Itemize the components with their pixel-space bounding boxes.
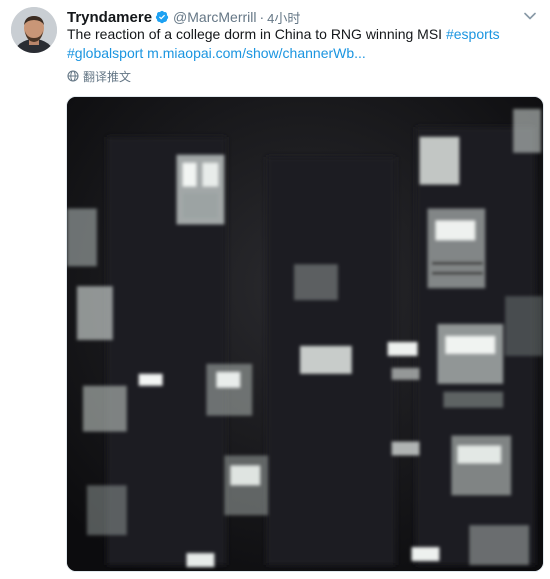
hashtag-globalsport-link[interactable]: #globalsport <box>67 45 143 61</box>
chevron-down-icon <box>524 12 536 20</box>
tweet-text-body: The reaction of a college dorm in China … <box>67 26 446 42</box>
tweet-timestamp[interactable]: 4小时 <box>267 8 300 27</box>
separator-dot: · <box>259 9 265 25</box>
tweet-card: Tryndamere @MarcMerrill · 4小时 The reacti… <box>0 0 550 579</box>
miaopai-url-link[interactable]: m.miaopai.com/show/channerWb... <box>147 45 366 61</box>
tweet-video-media[interactable] <box>66 96 544 572</box>
tweet-menu-button[interactable] <box>522 9 538 23</box>
translate-tweet-label: 翻译推文 <box>83 69 132 84</box>
avatar-image <box>11 7 57 53</box>
translate-tweet-button[interactable]: 翻译推文 <box>67 68 131 84</box>
tweet-text-line-1: The reaction of a college dorm in China … <box>67 25 537 44</box>
globe-icon <box>67 70 79 82</box>
night-dorm-building-video-frame <box>67 97 543 571</box>
verified-badge-icon <box>155 10 169 24</box>
author-handle[interactable]: @MarcMerrill <box>173 9 256 25</box>
author-avatar[interactable] <box>11 7 57 53</box>
author-display-name[interactable]: Tryndamere <box>67 9 152 26</box>
hashtag-esports-link[interactable]: #esports <box>446 26 500 42</box>
tweet-text-line-2: #globalsport m.miaopai.com/show/channerW… <box>67 44 537 63</box>
tweet-text: The reaction of a college dorm in China … <box>67 25 537 63</box>
